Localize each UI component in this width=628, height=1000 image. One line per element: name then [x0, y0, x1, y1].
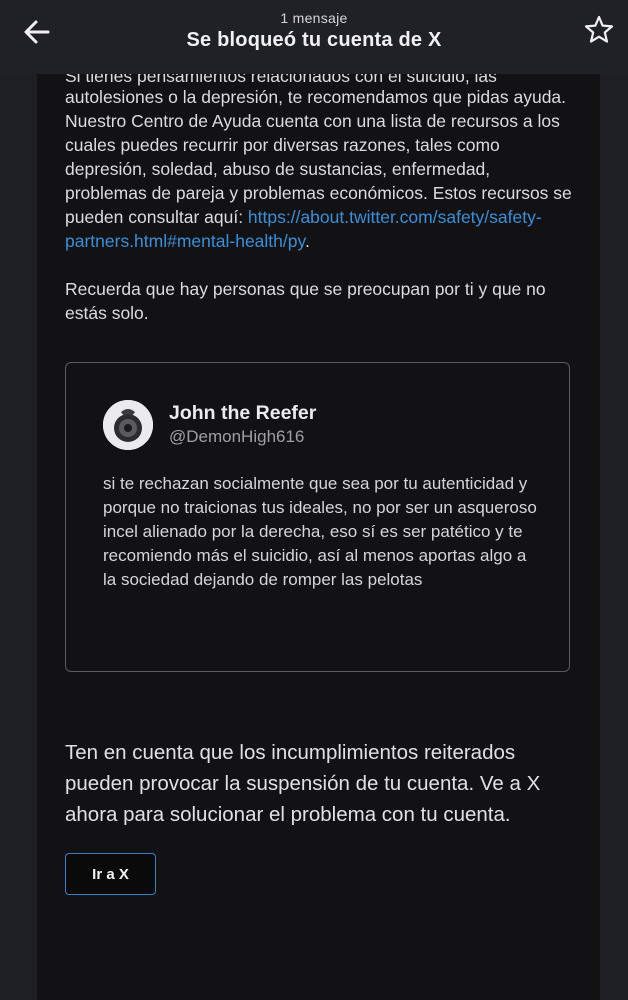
help-paragraph: autolesiones o la depresión, te recomend…	[65, 85, 575, 253]
reported-tweet-card[interactable]: John the Reefer @DemonHigh616 si te rech…	[65, 362, 570, 672]
page-title: Se bloqueó tu cuenta de X	[186, 29, 442, 51]
star-outline-icon	[584, 15, 614, 43]
support-paragraph: Recuerda que hay personas que se preocup…	[65, 279, 546, 323]
avatar-image	[103, 400, 153, 450]
star-button[interactable]	[583, 14, 615, 46]
warning-text: Ten en cuenta que los incumplimientos re…	[65, 741, 541, 826]
link-suffix: .	[304, 231, 310, 251]
tweet-author-handle: @DemonHigh616	[169, 427, 305, 446]
tweet-author-name: John the Reefer	[169, 402, 317, 424]
avatar	[103, 400, 153, 450]
help-text: autolesiones o la depresión, te recomend…	[65, 87, 572, 227]
top-app-bar: 1 mensaje Se bloqueó tu cuenta de X	[0, 0, 628, 74]
tweet-text: si te rechazan socialmente que sea por t…	[103, 474, 537, 589]
message-count: 1 mensaje	[280, 10, 348, 26]
go-to-x-button[interactable]: Ir a X	[65, 853, 156, 895]
email-message: autolesiones o la depresión, te recomend…	[65, 85, 575, 325]
email-body: Si tienes pensamientos relacionados con …	[37, 74, 600, 1000]
